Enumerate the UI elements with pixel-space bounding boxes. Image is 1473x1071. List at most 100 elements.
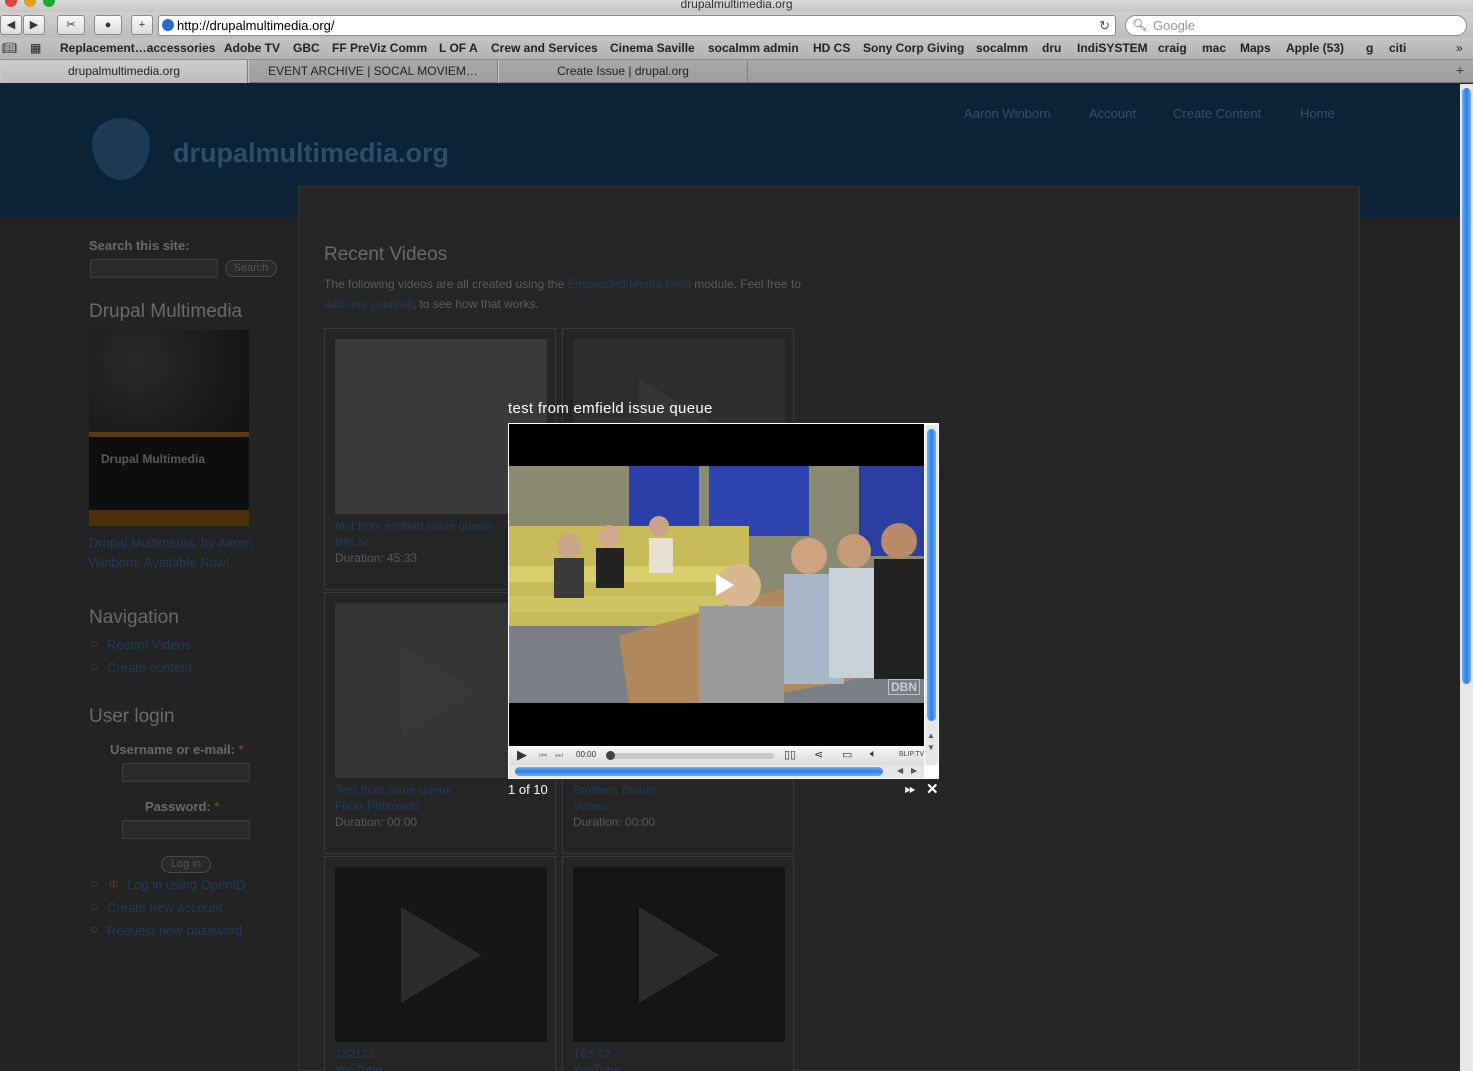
reading-list-icon[interactable]: 📖︎ <box>2 41 17 55</box>
username-label: Username or e-mail: * <box>110 742 244 757</box>
video-provider-link[interactable]: Blip.tv <box>335 535 368 549</box>
search-field[interactable]: 🔍︎ Google <box>1125 15 1467 36</box>
lightbox-hscroll-thumb[interactable] <box>515 767 883 776</box>
reload-icon[interactable]: ↻ <box>1099 16 1110 35</box>
video-player[interactable]: DBN <box>509 424 924 746</box>
request-password-link[interactable]: Request new password <box>107 923 242 938</box>
page-scrollbar-thumb[interactable] <box>1462 88 1471 684</box>
video-thumbnail[interactable] <box>335 867 547 1042</box>
bookmark-item[interactable]: Cinema Saville <box>610 41 695 55</box>
page-scrollbar[interactable] <box>1460 84 1473 1071</box>
video-play-icon[interactable] <box>716 574 734 596</box>
scroll-down-arrow-icon[interactable]: ▼ <box>927 743 935 752</box>
book-cover-image[interactable]: Drupal Multimedia <box>89 330 249 526</box>
nav-recent-videos[interactable]: Recent Videos <box>107 637 191 652</box>
openid-login-link[interactable]: Log in using OpenID <box>127 877 246 892</box>
bookmark-item[interactable]: mac <box>1202 41 1226 55</box>
scroll-right-arrow-icon[interactable]: ▶ <box>911 766 917 775</box>
video-duration: Duration: 00:00 <box>335 815 418 829</box>
video-title-link[interactable]: test from emfield issue queue <box>335 519 492 533</box>
add-one-link[interactable]: add one yourself <box>324 297 413 311</box>
scroll-up-arrow-icon[interactable]: ▲ <box>927 731 935 740</box>
video-card: 132123 YouTube <box>324 856 556 1071</box>
bookmark-item[interactable]: GBC <box>293 41 320 55</box>
bookmark-item[interactable]: citi <box>1389 41 1406 55</box>
evernote-button[interactable]: ● <box>94 15 122 35</box>
nav-create-content[interactable]: Create Content <box>1173 106 1261 121</box>
bookmark-item[interactable]: Maps <box>1240 41 1271 55</box>
video-title-link[interactable]: 132123 <box>335 1047 375 1061</box>
site-search-input[interactable] <box>90 259 218 278</box>
bookmark-item[interactable]: Replacement…accessories <box>60 41 215 55</box>
top-sites-grid-icon[interactable]: ▦ <box>30 41 41 55</box>
arrow-left-icon: ◀ <box>6 19 16 31</box>
book-cover-title: Drupal Multimedia <box>101 452 206 466</box>
bookmark-item[interactable]: dru <box>1042 41 1061 55</box>
video-thumbnail[interactable] <box>573 867 785 1042</box>
tab-create-issue[interactable]: Create Issue | drupal.org <box>498 60 748 83</box>
bookmark-item[interactable]: socalmm admin <box>708 41 799 55</box>
video-provider-link[interactable]: YouTube <box>573 1063 620 1071</box>
bookmark-item[interactable]: Sony Corp Giving <box>863 41 964 55</box>
nav-create-content-link[interactable]: Create content <box>107 660 192 675</box>
lightbox-horizontal-scrollbar[interactable]: ◀ ▶ <box>509 765 924 778</box>
bookmark-item[interactable]: FF PreViz Comm <box>332 41 427 55</box>
site-name[interactable]: drupalmultimedia.org <box>173 138 449 169</box>
lightbox-close-icon[interactable]: ✕ <box>926 780 939 798</box>
seek-knob[interactable] <box>606 751 615 760</box>
bookmark-item[interactable]: HD CS <box>813 41 850 55</box>
seek-bar[interactable] <box>606 753 774 759</box>
lightbox-next-icon[interactable]: ⏩︎ <box>905 781 915 797</box>
more-bookmarks-chevron-icon[interactable]: » <box>1456 41 1463 55</box>
login-button[interactable]: Log in <box>161 856 211 873</box>
lightbox-vertical-scrollbar[interactable]: ▲ ▼ <box>925 425 938 765</box>
back-button[interactable]: ◀ <box>0 15 22 35</box>
tab-drupalmultimedia[interactable]: drupalmultimedia.org <box>0 60 248 83</box>
video-title-link[interactable]: Test from issue queue <box>335 783 452 797</box>
play-icon <box>401 907 481 1003</box>
video-frame-image[interactable]: DBN <box>509 466 924 703</box>
video-title-link[interactable]: TEST2 <box>573 1047 610 1061</box>
bookmark-item[interactable]: Apple (53) <box>1286 41 1344 55</box>
snippet-button[interactable]: ✂ <box>57 15 85 35</box>
scroll-left-arrow-icon[interactable]: ◀ <box>897 766 903 775</box>
address-bar[interactable]: http://drupalmultimedia.org/ ↻ <box>158 15 1116 36</box>
bookmark-item[interactable]: g <box>1366 41 1373 55</box>
dbn-watermark: DBN <box>888 679 920 695</box>
book-link-line2[interactable]: Winborn, Available Now! <box>89 555 230 570</box>
bookmark-item[interactable]: Adobe TV <box>224 41 280 55</box>
nav-home[interactable]: Home <box>1300 106 1335 121</box>
bookmark-item[interactable]: L OF A <box>439 41 478 55</box>
video-provider-link[interactable]: Vimeo <box>573 799 607 813</box>
nav-account[interactable]: Account <box>1089 106 1136 121</box>
forward-button[interactable]: ▶ <box>23 15 45 35</box>
emfield-link[interactable]: Embedded Media Field <box>567 277 690 291</box>
fullscreen-icon[interactable]: ▭ <box>842 748 852 761</box>
play-button-icon[interactable]: ▶ <box>517 747 527 763</box>
bookmark-item[interactable]: craig <box>1158 41 1187 55</box>
drupal-drop-logo-icon[interactable] <box>92 118 150 180</box>
site-search-button[interactable]: Search <box>225 260 277 277</box>
tab-event-archive[interactable]: EVENT ARCHIVE | SOCAL MOVIEM… <box>248 60 498 83</box>
lightbox-vscroll-thumb[interactable] <box>927 429 936 721</box>
skip-back-icon[interactable]: ⏮ <box>539 750 547 761</box>
share-icon[interactable]: ⋖ <box>814 748 823 761</box>
skip-forward-icon[interactable]: ⏭ <box>555 750 563 761</box>
book-link-line1[interactable]: Drupal Multimedia, by Aaron <box>89 535 252 550</box>
elephant-icon: ● <box>104 19 112 31</box>
password-input[interactable] <box>122 820 250 839</box>
bookmark-item[interactable]: IndiSYSTEM <box>1077 41 1148 55</box>
add-bookmark-button[interactable]: + <box>131 15 153 35</box>
bookmark-item[interactable]: socalmm <box>976 41 1028 55</box>
new-tab-plus-icon[interactable]: + <box>1456 62 1464 78</box>
create-account-link[interactable]: Create new account <box>107 900 223 915</box>
video-provider-link[interactable]: YouTube <box>335 1063 382 1071</box>
username-input[interactable] <box>122 763 250 782</box>
video-provider-link[interactable]: Flickr Photosets <box>335 799 420 813</box>
nav-aaron-winborn[interactable]: Aaron Winborn <box>964 106 1051 121</box>
video-title-link[interactable]: Brothers Bloom <box>573 783 656 797</box>
bookmark-item[interactable]: Crew and Services <box>491 41 598 55</box>
volume-icon[interactable]: 🔈︎ <box>870 748 877 761</box>
book-icon[interactable]: ▯▯ <box>784 748 796 761</box>
arrow-right-icon: ▶ <box>29 19 39 31</box>
